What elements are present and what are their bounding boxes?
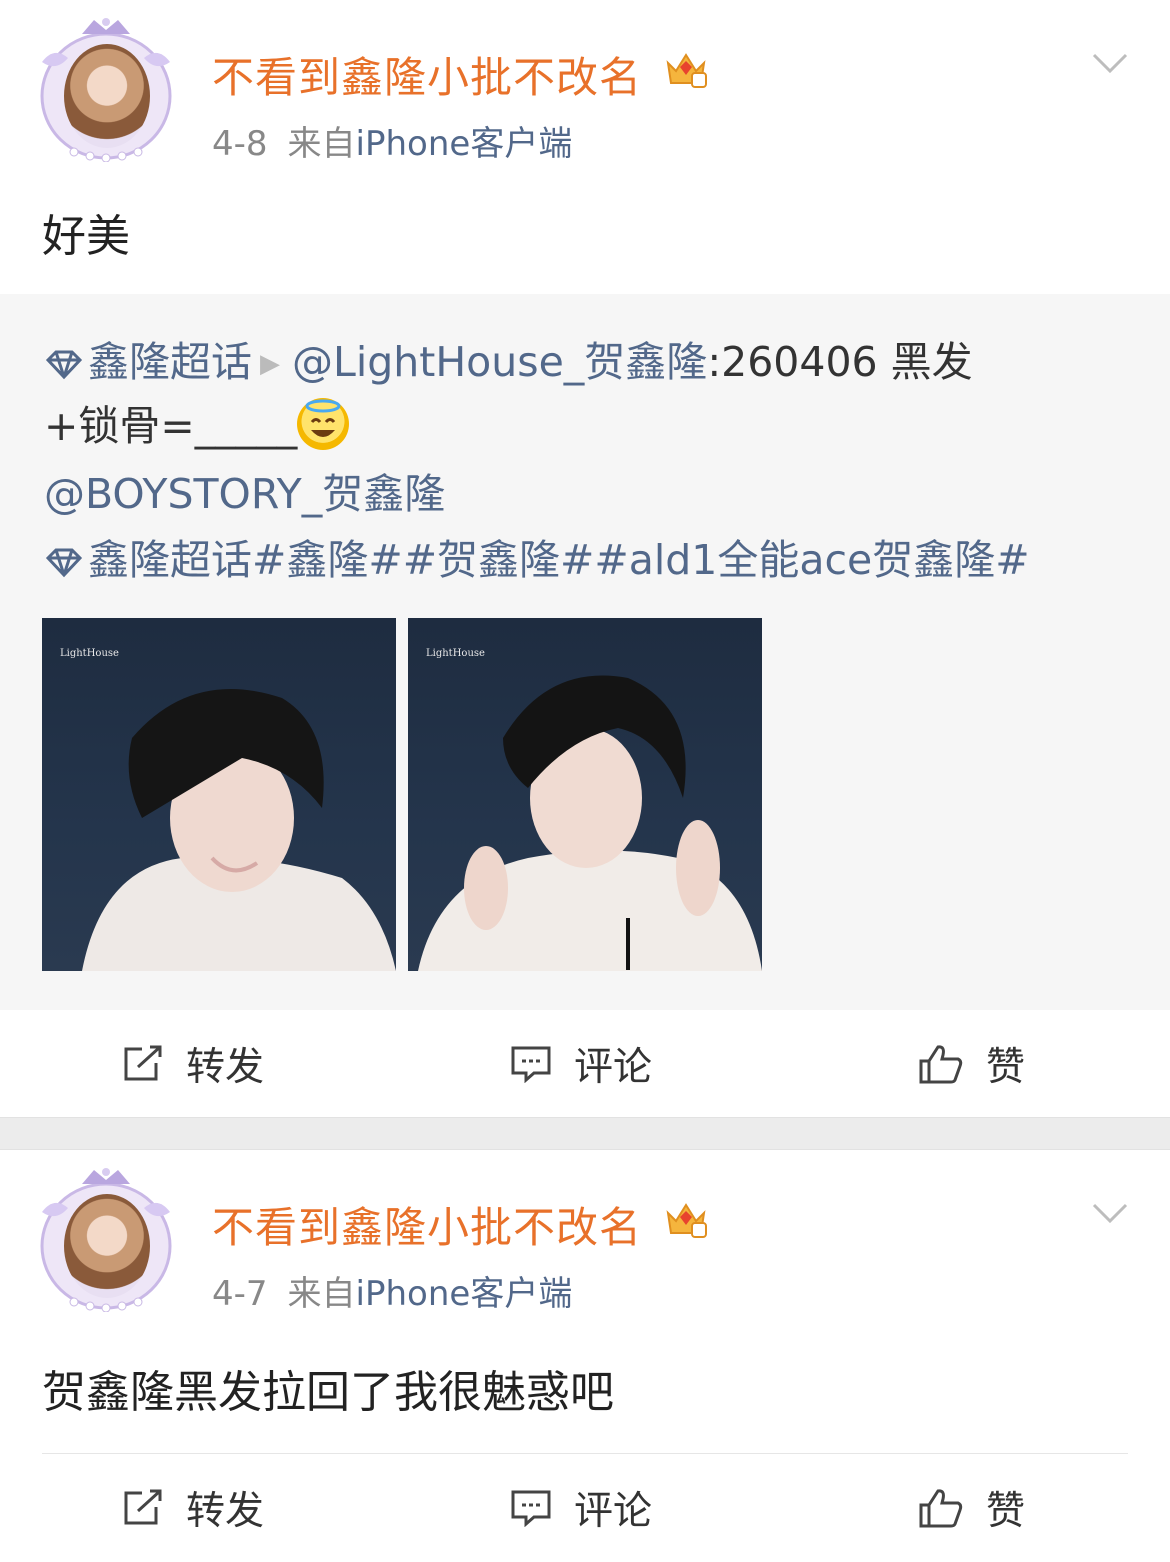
- post-2-actions: 转发 评论 赞: [0, 1454, 1170, 1562]
- post-date: 4-7: [212, 1274, 268, 1314]
- repost-label: 转发: [186, 1489, 265, 1534]
- more-chevron-icon[interactable]: [1092, 52, 1128, 74]
- post-text: 好美: [42, 211, 130, 262]
- repost-label: 转发: [186, 1045, 265, 1090]
- avatar[interactable]: [34, 1162, 178, 1312]
- post-meta: 4-7 来自iPhone客户端: [212, 1266, 572, 1315]
- reposted-content[interactable]: 鑫隆超话 ▶ @LightHouse_贺鑫隆:260406 黑发 +锁骨=_____…: [0, 294, 1170, 1010]
- repost-button[interactable]: 转发: [122, 1010, 264, 1118]
- comment-button[interactable]: 评论: [510, 1010, 652, 1118]
- repost-mention[interactable]: @BOYSTORY_贺鑫隆: [44, 460, 445, 520]
- like-button[interactable]: 赞: [918, 1010, 1025, 1118]
- repost-icon: [124, 1489, 162, 1525]
- halo-smile-emoji-icon: [297, 398, 350, 450]
- photo-portrait-1: [82, 689, 396, 971]
- avatar-image: [64, 44, 150, 148]
- post-text: 贺鑫隆黑发拉回了我很魅惑吧: [42, 1367, 614, 1418]
- supertopic-diamond-icon: [45, 350, 83, 380]
- username[interactable]: 不看到鑫隆小批不改名: [212, 1194, 642, 1255]
- post-source[interactable]: iPhone客户端: [356, 1274, 573, 1314]
- repost-content-b: +锁骨=_____: [44, 402, 298, 450]
- photo-portrait-2: [418, 675, 762, 971]
- repost-photo-2[interactable]: LightHouse: [408, 618, 762, 971]
- feed-post-1: 不看到鑫隆小批不改名 4-8 来自iPhone客户端 好美 鑫隆超话 ▶ @Light…: [0, 0, 1170, 1117]
- repost-author[interactable]: @LightHouse_贺鑫隆: [292, 338, 707, 386]
- arrow-right-icon: ▶: [260, 349, 280, 379]
- supertopic-diamond-icon: [45, 548, 83, 578]
- post-source[interactable]: iPhone客户端: [356, 124, 573, 164]
- supertopic-link-2[interactable]: 鑫隆超话: [88, 536, 252, 584]
- like-label: 赞: [986, 1045, 1026, 1090]
- repost-photo-1[interactable]: LightHouse: [42, 618, 396, 971]
- feed-divider: [0, 1117, 1170, 1150]
- like-button[interactable]: 赞: [918, 1454, 1025, 1562]
- like-icon: [919, 1489, 963, 1528]
- vip-crown-icon: [666, 1203, 707, 1238]
- repost-button[interactable]: 转发: [122, 1454, 264, 1562]
- comment-icon: [511, 1046, 551, 1083]
- more-chevron-icon[interactable]: [1092, 1202, 1128, 1224]
- hashtags[interactable]: #鑫隆##贺鑫隆##ald1全能ace贺鑫隆#: [252, 536, 1030, 584]
- like-icon: [919, 1045, 963, 1084]
- comment-label: 评论: [574, 1045, 653, 1090]
- repost-line-4: 鑫隆超话#鑫隆##贺鑫隆##ald1全能ace贺鑫隆#: [44, 526, 1030, 586]
- post-1-actions: 转发 评论 赞: [0, 1010, 1170, 1118]
- source-prefix: 来自: [287, 1274, 356, 1314]
- vip-crown-icon: [666, 53, 707, 88]
- post-meta: 4-8 来自iPhone客户端: [212, 116, 572, 165]
- like-label: 赞: [986, 1489, 1026, 1534]
- repost-line-2: +锁骨=_____: [44, 392, 350, 452]
- supertopic-link[interactable]: 鑫隆超话: [88, 338, 252, 386]
- comment-icon: [511, 1490, 551, 1527]
- feed-post-2: 不看到鑫隆小批不改名 4-7 来自iPhone客户端 贺鑫隆黑发拉回了我很魅惑吧 …: [0, 1150, 1170, 1544]
- avatar[interactable]: [34, 12, 178, 162]
- avatar-image: [64, 1194, 150, 1298]
- repost-content-a: :260406 黑发: [707, 338, 973, 386]
- repost-icon: [124, 1045, 162, 1081]
- username[interactable]: 不看到鑫隆小批不改名: [212, 44, 642, 105]
- post-date: 4-8: [212, 124, 268, 164]
- comment-label: 评论: [574, 1489, 653, 1534]
- comment-button[interactable]: 评论: [510, 1454, 652, 1562]
- repost-line-1: 鑫隆超话 ▶ @LightHouse_贺鑫隆:260406 黑发: [44, 328, 973, 388]
- source-prefix: 来自: [287, 124, 356, 164]
